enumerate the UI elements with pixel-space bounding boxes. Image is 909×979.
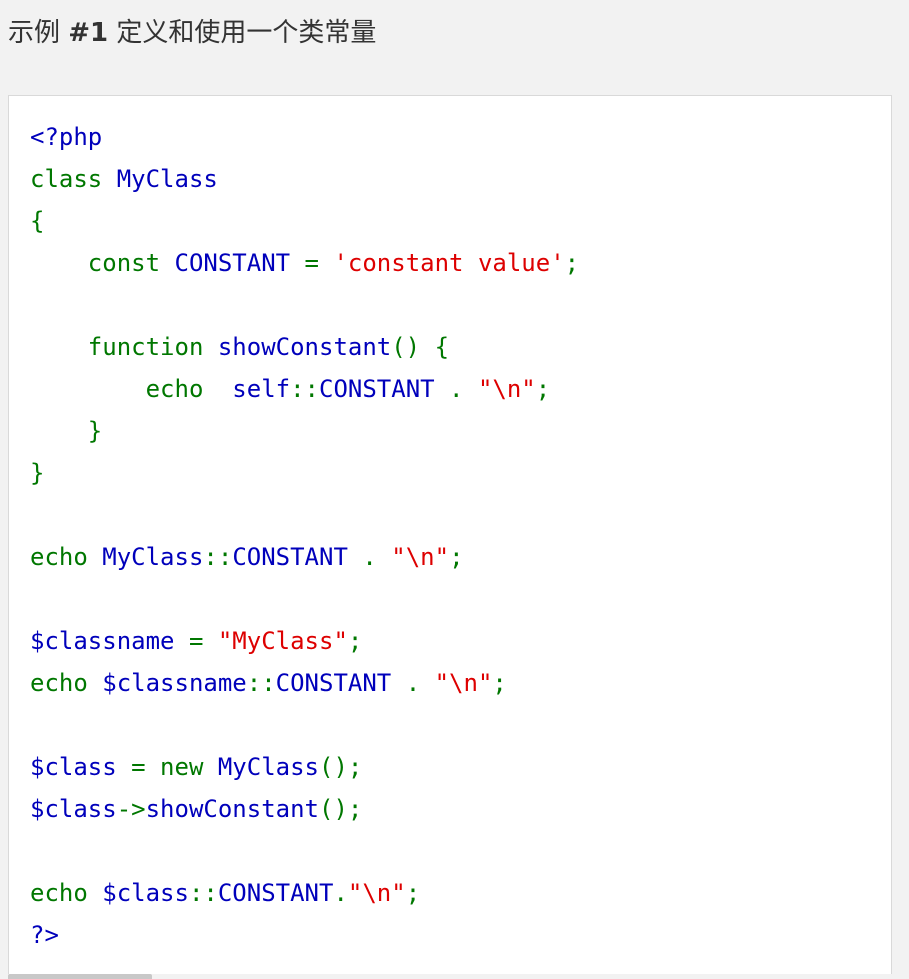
code-line: $classname = "MyClass"; [30, 620, 579, 662]
code-line: echo self::CONSTANT . "\n"; [30, 368, 579, 410]
code-token-keyword: } [30, 417, 103, 445]
code-token-default: CONSTANT [319, 375, 450, 403]
example-title-text: 定义和使用一个类常量 [108, 18, 377, 48]
code-token-keyword: . [362, 543, 392, 571]
code-token-keyword: (); [319, 795, 363, 823]
code-token-string: "\n" [391, 543, 450, 571]
code-line: } [30, 452, 579, 494]
code-token-default: CONSTANT [217, 879, 334, 907]
code-token-default: $class [30, 795, 117, 823]
code-line: const CONSTANT = 'constant value'; [30, 242, 579, 284]
code-token-keyword: function [30, 333, 218, 361]
code-token-default: showConstant [145, 795, 319, 823]
code-line: { [30, 200, 579, 242]
code-token-keyword: -> [116, 795, 146, 823]
code-line: ?> [30, 914, 579, 956]
code-token-keyword: = [304, 249, 334, 277]
code-token-keyword: class [30, 165, 117, 193]
code-token-keyword: = new [131, 753, 218, 781]
code-token-keyword: echo [30, 879, 103, 907]
code-token-default: showConstant [217, 333, 392, 361]
code-line: $class->showConstant(); [30, 788, 579, 830]
code-token-string: "MyClass" [217, 627, 348, 655]
example-number: #1 [68, 18, 109, 48]
example-title: 示例 #1 定义和使用一个类常量 [8, 14, 376, 52]
code-token-keyword: ; [405, 879, 421, 907]
code-line: <?php [30, 116, 579, 158]
code-line: } [30, 410, 579, 452]
code-token-keyword: () { [391, 333, 450, 361]
code-token-default: CONSTANT [174, 249, 305, 277]
code-token-string: 'constant value' [333, 249, 565, 277]
code-token-default: $class [30, 753, 132, 781]
horizontal-scrollbar[interactable] [8, 974, 152, 979]
code-token-default: MyClass [116, 165, 218, 193]
code-block[interactable]: <?php class MyClass { const CONSTANT = 'co… [8, 95, 892, 974]
code-token-keyword: (); [319, 753, 363, 781]
code-token-keyword: . [333, 879, 348, 907]
code-token-default: CONSTANT [232, 543, 363, 571]
code-line: $class = new MyClass(); [30, 746, 579, 788]
code-token-default: MyClass [217, 753, 320, 781]
code-token-keyword: :: [290, 375, 319, 403]
code-token-keyword: } [30, 459, 45, 487]
code-token-default: <?php [30, 123, 103, 151]
code-token-default: ?> [30, 921, 59, 949]
php-code[interactable]: <?php class MyClass { const CONSTANT = 'co… [30, 116, 579, 956]
code-line: echo $class::CONSTANT."\n"; [30, 872, 579, 914]
code-token-keyword: . [405, 669, 435, 697]
code-token-default: $class [102, 879, 189, 907]
code-token-keyword: ; [535, 375, 551, 403]
code-token-keyword: :: [246, 669, 276, 697]
code-line: class MyClass [30, 158, 579, 200]
code-token-string: "\n" [434, 669, 493, 697]
code-token-keyword: ; [492, 669, 507, 697]
code-token-keyword: const [30, 249, 175, 277]
code-token-default: $classname [30, 627, 189, 655]
code-token-keyword: echo [30, 543, 103, 571]
code-line: function showConstant() { [30, 326, 579, 368]
code-token-keyword: = [188, 627, 218, 655]
code-token-default: CONSTANT [275, 669, 406, 697]
code-line: echo $classname::CONSTANT . "\n"; [30, 662, 579, 704]
code-token-keyword: echo [30, 375, 233, 403]
code-token-keyword: ; [449, 543, 464, 571]
code-token-string: "\n" [477, 375, 536, 403]
code-token-keyword: ; [347, 627, 363, 655]
code-token-default: MyClass [102, 543, 204, 571]
code-token-keyword: . [449, 375, 478, 403]
code-token-string: "\n" [347, 879, 406, 907]
example-title-prefix: 示例 [8, 18, 69, 48]
code-token-keyword: :: [188, 879, 218, 907]
code-token-default: $classname [102, 669, 247, 697]
code-token-default: self [232, 375, 291, 403]
code-line: echo MyClass::CONSTANT . "\n"; [30, 536, 579, 578]
code-token-keyword: ; [564, 249, 580, 277]
code-token-keyword: :: [203, 543, 233, 571]
code-token-keyword: echo [30, 669, 103, 697]
code-token-keyword: { [30, 207, 45, 235]
